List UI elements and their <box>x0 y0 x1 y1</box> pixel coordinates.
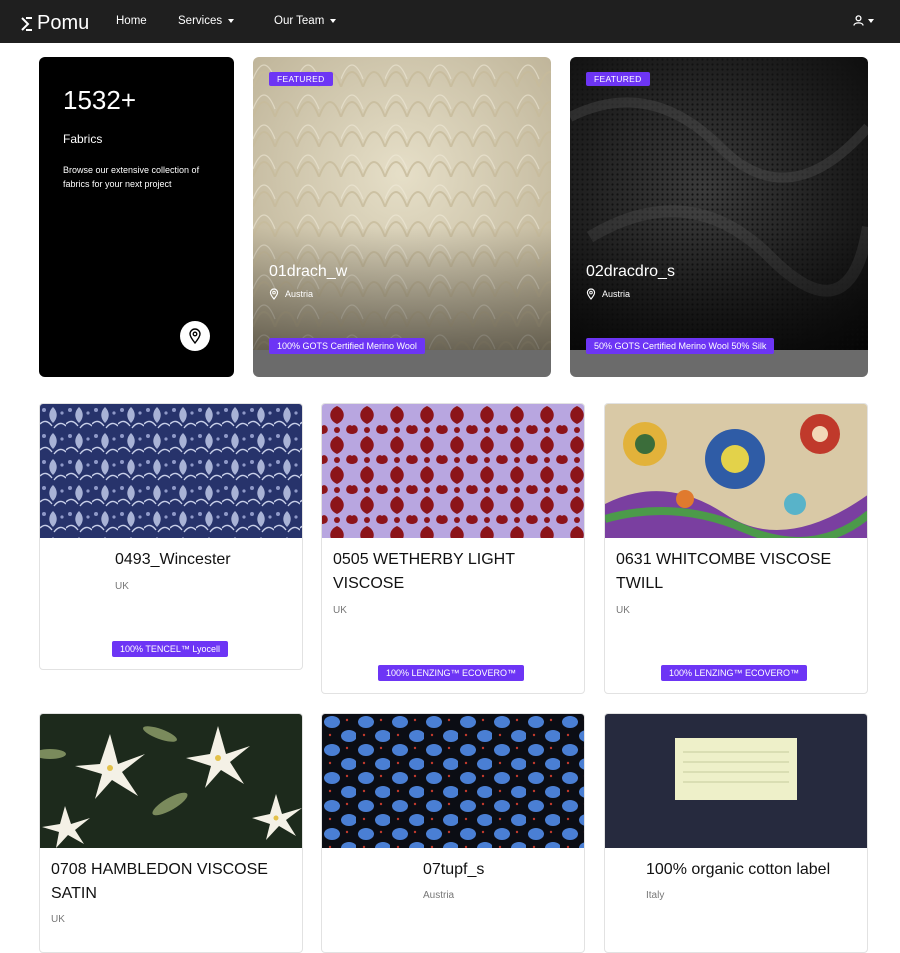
nav-home[interactable]: Home <box>116 15 147 27</box>
fabric-title: 0505 WETHERBY LIGHT VISCOSE <box>333 551 515 592</box>
card-footer <box>253 350 551 377</box>
chevron-down-icon <box>228 19 235 23</box>
featured-location: Austria <box>269 288 313 300</box>
fabric-image <box>322 714 584 848</box>
fabric-count: 1532+ <box>63 85 137 115</box>
top-navbar: Pomu Home Services Our Team <box>0 0 900 43</box>
fabric-card[interactable]: 0708 HAMBLEDON VISCOSE SATIN UK <box>39 713 303 953</box>
fabric-image <box>605 404 867 538</box>
composition-badge: 100% TENCEL™ Lyocell <box>112 641 229 657</box>
fabric-title: 0493_Wincester <box>115 551 231 568</box>
logo[interactable]: Pomu <box>21 12 89 35</box>
fabric-card[interactable]: 0631 WHITCOMBE VISCOSE TWILL UK 100% LEN… <box>604 403 868 694</box>
fabric-title: 07tupf_s <box>423 861 485 878</box>
card-footer <box>570 350 868 377</box>
featured-location: Austria <box>586 288 630 300</box>
featured-location-text: Austria <box>285 289 314 299</box>
user-menu[interactable] <box>853 15 874 26</box>
featured-name: 01drach_w <box>269 263 348 280</box>
pomu-logo-icon <box>21 16 32 31</box>
nav-home-label: Home <box>116 15 147 27</box>
featured-badge: FEATURED <box>586 72 650 86</box>
map-pin-icon <box>586 288 596 300</box>
fabric-count-card: 1532+ Fabrics Browse our extensive colle… <box>39 57 234 377</box>
logo-text: Pomu <box>37 12 90 34</box>
fabric-image <box>322 404 584 538</box>
fabric-origin: UK <box>115 581 129 592</box>
fabric-title: 0708 HAMBLEDON VISCOSE SATIN <box>51 861 268 902</box>
nav-team-dropdown[interactable]: Our Team <box>274 15 337 27</box>
fabric-origin: UK <box>616 605 630 616</box>
fabric-origin: Italy <box>646 890 665 901</box>
fabric-card[interactable]: 100% organic cotton label Italy <box>604 713 868 953</box>
featured-badge: FEATURED <box>269 72 333 86</box>
fabric-title: 100% organic cotton label <box>646 861 831 878</box>
fabric-origin: UK <box>51 914 65 925</box>
chevron-down-icon <box>330 19 337 23</box>
composition-badge: 100% LENZING™ ECOVERO™ <box>661 665 808 681</box>
fabric-image <box>605 714 867 848</box>
nav-services-label: Services <box>178 15 223 27</box>
fabric-image <box>40 714 302 848</box>
fabric-origin: UK <box>333 605 347 616</box>
fabric-title: 0631 WHITCOMBE VISCOSE TWILL <box>616 551 832 592</box>
map-pin-icon <box>269 288 279 300</box>
featured-card[interactable]: FEATURED 01drach_w Austria 100% GOTS Cer… <box>253 57 551 377</box>
featured-card[interactable]: FEATURED 02dracdro_s Austria 50% GOTS Ce… <box>570 57 868 377</box>
chevron-down-icon <box>868 18 874 23</box>
map-button[interactable] <box>180 321 210 351</box>
featured-name: 02dracdro_s <box>586 263 675 280</box>
composition-badge: 50% GOTS Certified Merino Wool 50% Silk <box>586 338 775 354</box>
user-icon <box>853 15 864 26</box>
fabric-card[interactable]: 0493_Wincester UK 100% TENCEL™ Lyocell <box>39 403 303 670</box>
fabric-count-description: Browse our extensive collection of fabri… <box>63 165 200 189</box>
composition-badge: 100% LENZING™ ECOVERO™ <box>378 665 525 681</box>
fabric-card[interactable]: 07tupf_s Austria <box>321 713 585 953</box>
fabric-card[interactable]: 0505 WETHERBY LIGHT VISCOSE UK 100% LENZ… <box>321 403 585 694</box>
fabric-image <box>40 404 302 538</box>
map-pin-icon <box>189 328 201 344</box>
nav-team-label: Our Team <box>274 15 325 27</box>
composition-badge: 100% GOTS Certified Merino Wool <box>269 338 425 354</box>
fabric-origin: Austria <box>423 890 455 901</box>
fabric-count-label: Fabrics <box>63 132 103 146</box>
featured-location-text: Austria <box>602 289 631 299</box>
nav-services-dropdown[interactable]: Services <box>178 15 235 27</box>
